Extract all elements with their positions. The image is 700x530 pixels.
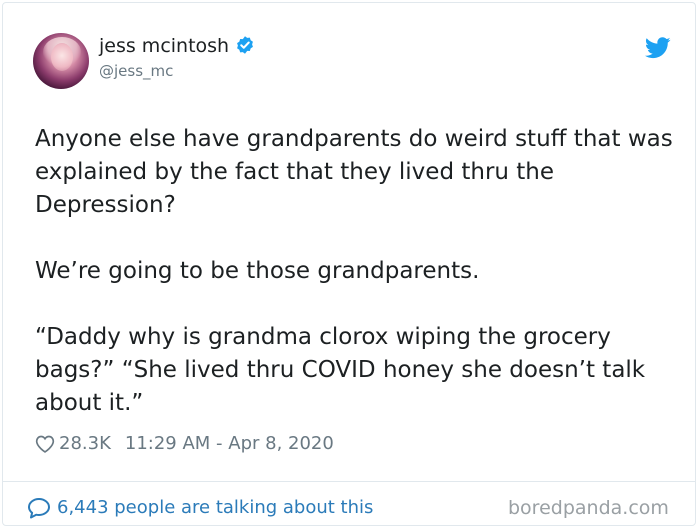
tweet-meta: 28.3K 11:29 AM - Apr 8, 2020 <box>35 431 334 457</box>
tweet-card: jess mcintosh @jess_mc Anyone else have … <box>2 2 696 526</box>
tweet-paragraph: “Daddy why is grandma clorox wiping the … <box>35 324 646 416</box>
author-name-row[interactable]: jess mcintosh <box>99 33 255 59</box>
divider <box>3 481 695 482</box>
author-name[interactable]: jess mcintosh <box>99 35 229 57</box>
watermark: boredpanda.com <box>508 497 669 519</box>
author-handle[interactable]: @jess_mc <box>99 61 173 81</box>
avatar-face <box>51 43 73 71</box>
tweet-timestamp[interactable]: 11:29 AM - Apr 8, 2020 <box>125 431 334 457</box>
tweet-paragraph: Anyone else have grandparents do weird s… <box>35 126 673 218</box>
heart-outline-icon[interactable] <box>35 434 55 454</box>
speech-bubble-icon <box>28 498 50 519</box>
tweet-paragraph: We’re going to be those grandparents. <box>35 258 480 284</box>
tweet-text: Anyone else have grandparents do weird s… <box>35 123 675 420</box>
conversation-link[interactable]: 6,443 people are talking about this <box>27 495 373 521</box>
twitter-bird-icon[interactable] <box>645 37 671 59</box>
like-count[interactable]: 28.3K <box>59 431 111 457</box>
conversation-count[interactable]: 6,443 people are talking about this <box>57 495 373 521</box>
avatar[interactable] <box>33 33 89 89</box>
verified-badge-icon <box>237 36 254 54</box>
